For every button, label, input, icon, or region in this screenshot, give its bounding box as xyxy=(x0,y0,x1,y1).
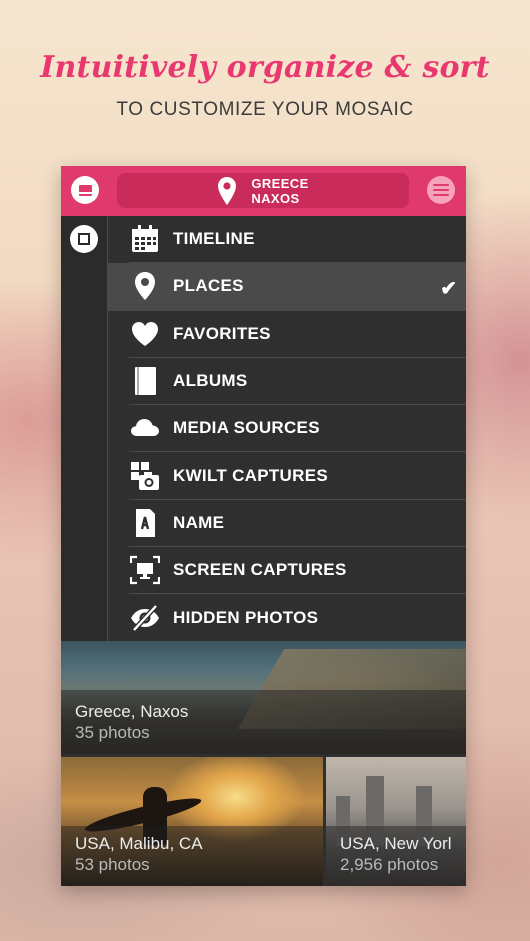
menu-icon[interactable] xyxy=(427,176,455,204)
promo-subheadline: TO CUSTOMIZE YOUR MOSAIC xyxy=(116,99,414,120)
menu-item-albums[interactable]: ALBUMS xyxy=(129,358,466,406)
calendar-icon xyxy=(129,223,161,255)
heart-icon xyxy=(129,318,161,350)
location-selector[interactable]: GREECE NAXOS xyxy=(117,173,409,208)
menu-item-label: NAME xyxy=(173,512,225,532)
menu-item-hidden-photos[interactable]: HIDDEN PHOTOS xyxy=(129,594,466,642)
album-caption: USA, Malibu, CA 53 photos xyxy=(61,826,323,886)
location-label: GREECE NAXOS xyxy=(251,176,308,206)
menu-item-label: TIMELINE xyxy=(173,229,255,249)
map-pin-icon xyxy=(129,270,161,302)
menu-item-favorites[interactable]: FAVORITES xyxy=(129,311,466,358)
menu-item-label: SCREEN CAPTURES xyxy=(173,560,347,580)
menu-item-label: FAVORITES xyxy=(173,323,271,343)
album-title: USA, New Yorl xyxy=(340,834,452,853)
grid-view-icon[interactable] xyxy=(70,225,98,253)
eye-slash-icon xyxy=(129,602,161,634)
album-tile[interactable]: Greece, Naxos 35 photos xyxy=(61,641,466,754)
menu-item-label: KWILT CAPTURES xyxy=(173,465,328,485)
album-tile[interactable]: USA, Malibu, CA 53 photos xyxy=(61,757,323,886)
sidebar xyxy=(61,216,108,641)
album-count: 53 photos xyxy=(75,855,150,874)
mosaic-icon[interactable] xyxy=(71,176,99,204)
cloud-icon xyxy=(129,412,161,444)
screen-capture-icon xyxy=(129,554,161,586)
promo-headline: Intuitively organize & sort xyxy=(40,50,490,85)
menu-item-label: PLACES xyxy=(173,276,244,296)
sort-menu: TIMELINE PLACES ✔ FAVORITES ALBUMS MEDIA… xyxy=(108,216,466,642)
menu-item-label: MEDIA SOURCES xyxy=(173,418,320,438)
album-icon xyxy=(129,365,161,397)
album-count: 2,956 photos xyxy=(340,855,439,874)
album-title: Greece, Naxos xyxy=(75,702,189,721)
menu-item-places[interactable]: PLACES ✔ xyxy=(108,263,466,311)
album-caption: Greece, Naxos 35 photos xyxy=(61,690,466,754)
album-title: USA, Malibu, CA xyxy=(75,834,203,853)
checkmark-icon: ✔ xyxy=(440,278,457,301)
menu-item-media-sources[interactable]: MEDIA SOURCES xyxy=(129,405,466,453)
top-bar: GREECE NAXOS xyxy=(61,166,466,216)
camera-grid-icon xyxy=(129,460,161,492)
menu-item-kwilt-captures[interactable]: KWILT CAPTURES xyxy=(129,452,466,500)
app-screen: GREECE NAXOS TIMELINE PLACES ✔ FAVORITES… xyxy=(61,166,466,886)
menu-item-name[interactable]: NAME xyxy=(129,500,466,548)
menu-item-label: HIDDEN PHOTOS xyxy=(173,607,319,627)
album-count: 35 photos xyxy=(75,723,150,742)
album-tile[interactable]: USA, New Yorl 2,956 photos xyxy=(326,757,466,886)
album-caption: USA, New Yorl 2,956 photos xyxy=(326,826,466,886)
menu-item-label: ALBUMS xyxy=(173,371,248,391)
menu-item-screen-captures[interactable]: SCREEN CAPTURES xyxy=(129,547,466,595)
map-pin-icon xyxy=(218,176,237,205)
menu-item-timeline[interactable]: TIMELINE xyxy=(129,216,466,264)
letter-a-icon xyxy=(129,507,161,539)
location-city: NAXOS xyxy=(251,190,300,206)
location-country: GREECE xyxy=(251,175,309,191)
